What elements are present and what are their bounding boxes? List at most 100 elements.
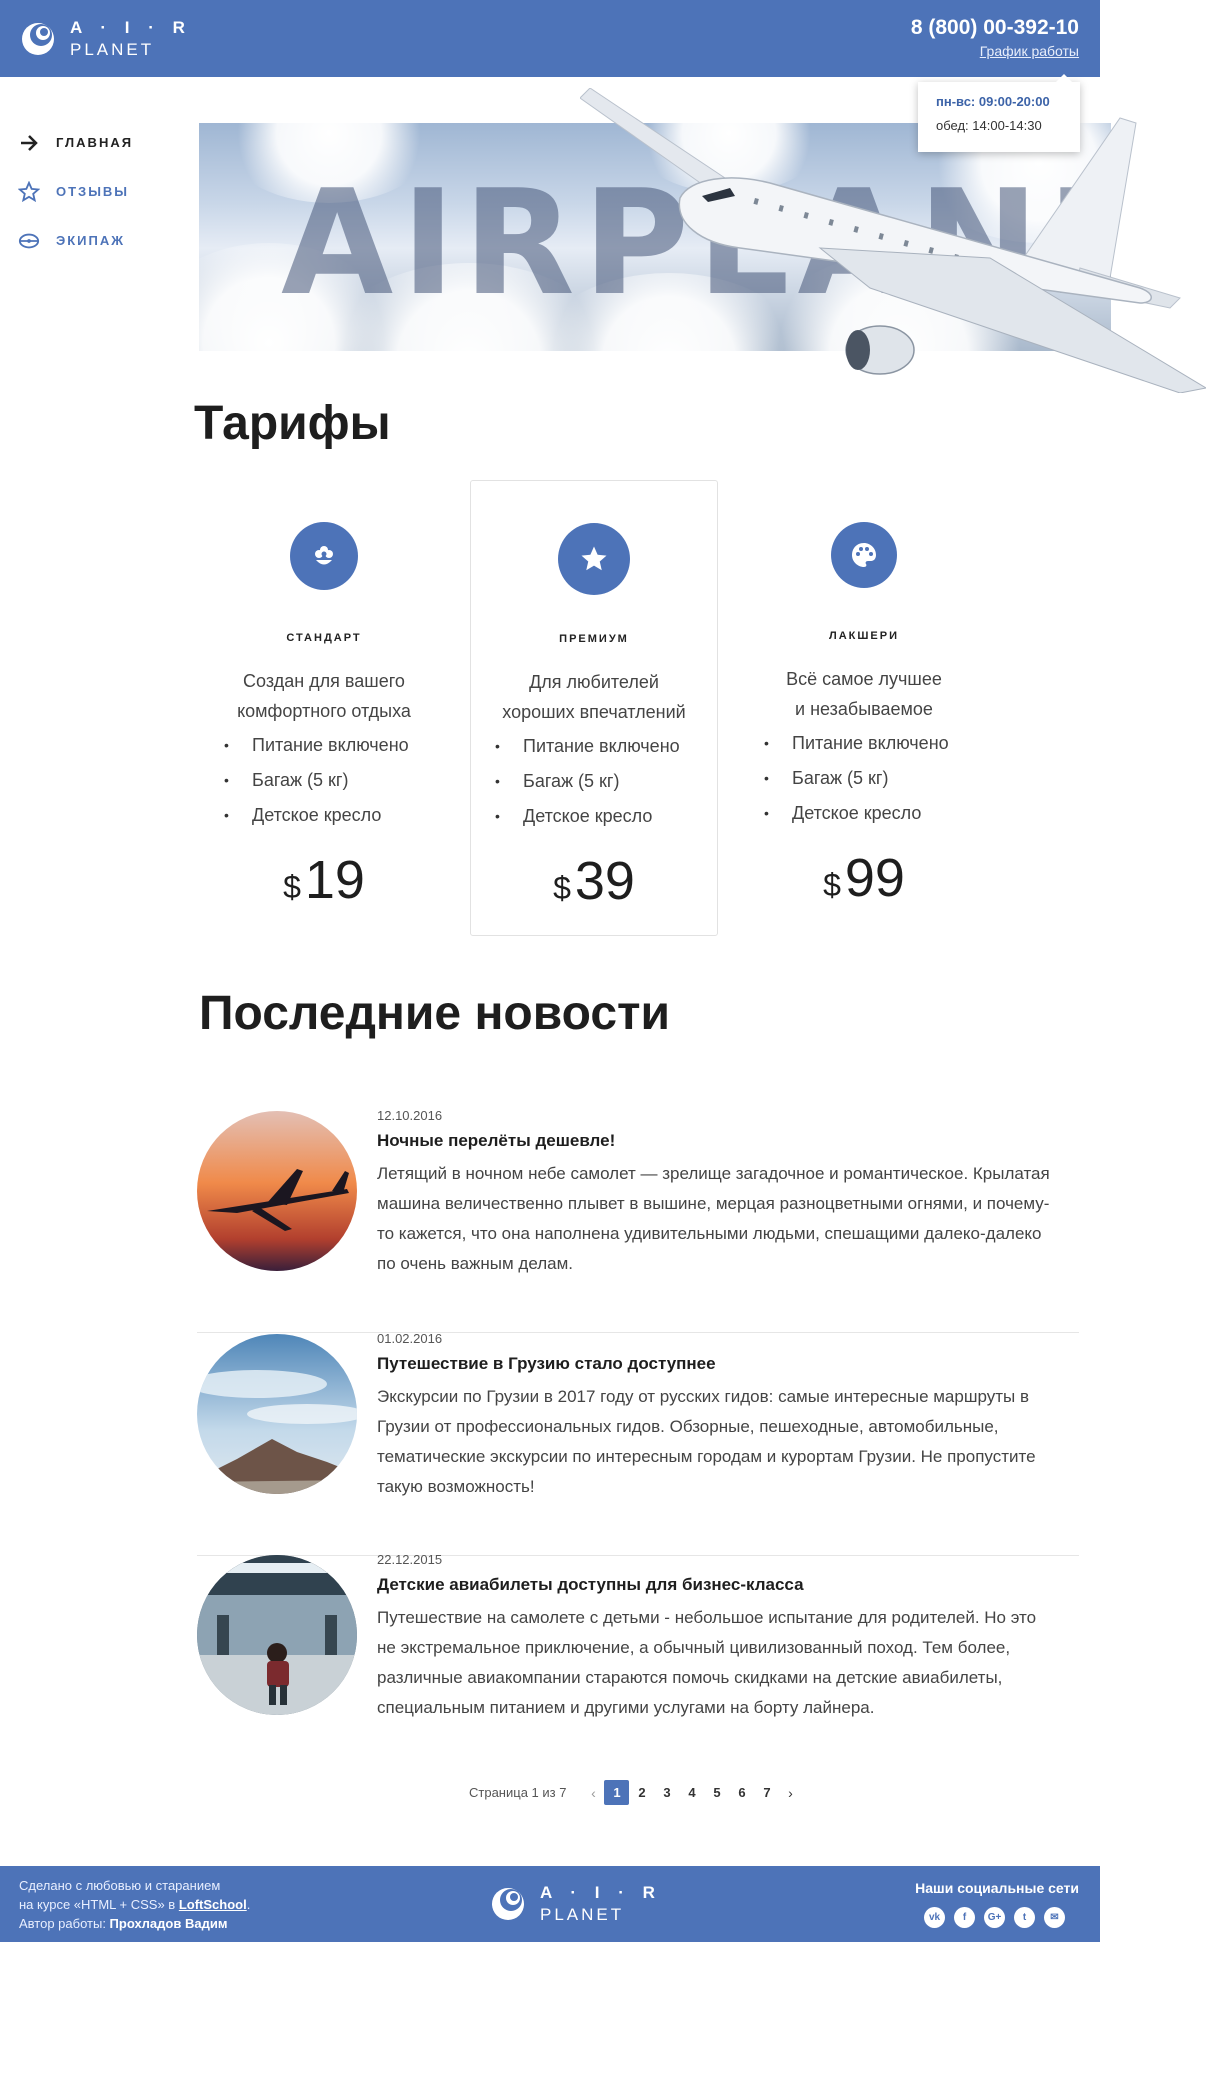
tooltip-lunch: обед: 14:00-14:30 bbox=[936, 118, 1042, 133]
news-thumb-mountain[interactable] bbox=[197, 1334, 357, 1494]
news-item[interactable]: 12.10.2016 Ночные перелёты дешевле! Летя… bbox=[197, 1108, 1079, 1333]
tariffs-title: Тарифы bbox=[194, 397, 391, 450]
chevron-left-icon[interactable]: ‹ bbox=[582, 1785, 604, 1801]
tariff-feature: Багаж (5 кг) bbox=[495, 764, 717, 799]
nav-item-label: ЭКИПАЖ bbox=[56, 233, 126, 248]
mail-icon[interactable]: ✉ bbox=[1044, 1907, 1065, 1928]
footer-logo[interactable]: A · I · R PLANET bbox=[490, 1884, 662, 1923]
planet-logo-icon bbox=[490, 1886, 526, 1922]
tariff-desc-line1: Для любителей bbox=[529, 672, 659, 692]
schedule-tooltip: пн-вс: 09:00-20:00 обед: 14:00-14:30 bbox=[918, 74, 1080, 152]
page-4[interactable]: 4 bbox=[679, 1780, 704, 1805]
price-currency: $ bbox=[823, 867, 841, 903]
twitter-icon[interactable]: t bbox=[1014, 1907, 1035, 1928]
news-item[interactable]: 22.12.2015 Детские авиабилеты доступны д… bbox=[197, 1552, 1079, 1777]
news-thumb-sunset-plane[interactable] bbox=[197, 1111, 357, 1271]
page-6[interactable]: 6 bbox=[729, 1780, 754, 1805]
pagination: Страница 1 из 7 ‹ 1 2 3 4 5 6 7 › bbox=[469, 1780, 801, 1805]
news-headline[interactable]: Ночные перелёты дешевле! bbox=[377, 1131, 1057, 1151]
phone-number[interactable]: 8 (800) 00-392-10 bbox=[911, 16, 1079, 40]
news-date: 01.02.2016 bbox=[377, 1331, 443, 1346]
loftschool-link[interactable]: LoftSchool bbox=[179, 1897, 247, 1912]
logo-bottom-text: PLANET bbox=[70, 40, 155, 59]
tariff-feature: Детское кресло bbox=[764, 796, 988, 831]
nav-item-main[interactable]: ГЛАВНАЯ bbox=[18, 118, 133, 167]
site-footer: Сделано с любовью и старанием на курсе «… bbox=[0, 1866, 1100, 1942]
tariff-feature: Питание включено bbox=[764, 726, 988, 761]
page-3[interactable]: 3 bbox=[654, 1780, 679, 1805]
tariff-desc-line2: хороших впечатлений bbox=[502, 702, 686, 722]
star-icon bbox=[18, 180, 40, 203]
news-date: 22.12.2015 bbox=[377, 1552, 443, 1567]
google-plus-icon[interactable]: G+ bbox=[984, 1907, 1005, 1928]
tariff-feature: Багаж (5 кг) bbox=[764, 761, 988, 796]
page-1[interactable]: 1 bbox=[604, 1780, 630, 1805]
airplane-image bbox=[580, 88, 1206, 393]
header-logo[interactable]: A · I · R PLANET bbox=[20, 19, 192, 58]
schedule-link[interactable]: График работы bbox=[980, 43, 1079, 59]
nav-item-label: ОТЗЫВЫ bbox=[56, 184, 130, 199]
news-thumb-airport-child[interactable] bbox=[197, 1555, 357, 1715]
arrow-right-icon bbox=[18, 132, 40, 154]
tariff-desc-line2: комфортного отдыха bbox=[237, 701, 411, 721]
nav-item-crew[interactable]: ЭКИПАЖ bbox=[18, 216, 133, 265]
price-value: 19 bbox=[304, 850, 365, 910]
page-2[interactable]: 2 bbox=[629, 1780, 654, 1805]
tariff-desc-line1: Всё самое лучшее bbox=[786, 669, 942, 689]
news-title: Последние новости bbox=[199, 987, 671, 1040]
logo-bottom-text: PLANET bbox=[540, 1905, 625, 1924]
logo-top-text: A · I · R bbox=[70, 18, 192, 37]
facebook-icon[interactable]: f bbox=[954, 1907, 975, 1928]
price-currency: $ bbox=[283, 869, 301, 905]
star-icon bbox=[558, 523, 630, 595]
tariff-price: $99 bbox=[740, 851, 988, 905]
nav-item-reviews[interactable]: ОТЗЫВЫ bbox=[18, 167, 133, 216]
news-headline[interactable]: Детские авиабилеты доступны для бизнес-к… bbox=[377, 1575, 1057, 1595]
credits-line3: Автор работы: bbox=[19, 1916, 110, 1931]
tariff-desc-line1: Создан для вашего bbox=[243, 671, 405, 691]
logo-top-text: A · I · R bbox=[540, 1883, 662, 1902]
tariff-card-standard[interactable]: СТАНДАРТ Создан для вашего комфортного о… bbox=[200, 480, 448, 936]
price-value: 39 bbox=[574, 851, 635, 911]
flower-icon bbox=[290, 522, 358, 590]
planet-logo-icon bbox=[20, 21, 56, 57]
price-currency: $ bbox=[553, 870, 571, 906]
side-nav: ГЛАВНАЯ ОТЗЫВЫ ЭКИПАЖ bbox=[18, 118, 133, 265]
credits-line2-suffix: . bbox=[246, 1897, 251, 1912]
social-links: vk f G+ t ✉ bbox=[924, 1907, 1065, 1928]
vk-icon[interactable]: vk bbox=[924, 1907, 945, 1928]
nav-item-label: ГЛАВНАЯ bbox=[56, 135, 134, 150]
cap-icon bbox=[18, 230, 40, 252]
tariff-desc-line2: и незабываемое bbox=[795, 699, 933, 719]
credits-line2: на курсе «HTML + CSS» в bbox=[19, 1897, 179, 1912]
tariff-price: $39 bbox=[471, 854, 717, 908]
tariff-name: СТАНДАРТ bbox=[286, 632, 362, 644]
credits-line1: Сделано с любовью и старанием bbox=[19, 1878, 221, 1893]
footer-credits: Сделано с любовью и старанием на курсе «… bbox=[19, 1876, 250, 1933]
tariff-name: ЛАКШЕРИ bbox=[828, 630, 899, 642]
author-name: Прохладов Вадим bbox=[109, 1916, 228, 1931]
tariff-card-luxury[interactable]: ЛАКШЕРИ Всё самое лучшее и незабываемое … bbox=[740, 480, 988, 936]
chevron-right-icon[interactable]: › bbox=[779, 1785, 801, 1801]
tariff-card-premium[interactable]: ПРЕМИУМ Для любителей хороших впечатлени… bbox=[470, 480, 718, 936]
news-text: Летящий в ночном небе самолет — зрелище … bbox=[377, 1164, 1050, 1273]
tariff-feature: Детское кресло bbox=[224, 798, 448, 833]
news-date: 12.10.2016 bbox=[377, 1108, 443, 1123]
tariff-features: Питание включено Багаж (5 кг) Детское кр… bbox=[740, 726, 988, 831]
page-7[interactable]: 7 bbox=[754, 1780, 779, 1805]
price-value: 99 bbox=[844, 848, 905, 908]
palette-icon bbox=[831, 522, 897, 588]
tariff-name: ПРЕМИУМ bbox=[559, 633, 629, 645]
news-headline[interactable]: Путешествие в Грузию стало доступнее bbox=[377, 1354, 1057, 1374]
pagination-info: Страница 1 из 7 bbox=[469, 1785, 567, 1800]
news-text: Экскурсии по Грузии в 2017 году от русск… bbox=[377, 1387, 1036, 1496]
news-text: Путешествие на самолете с детьми - небол… bbox=[377, 1608, 1037, 1717]
tariff-feature: Багаж (5 кг) bbox=[224, 763, 448, 798]
tariff-features: Питание включено Багаж (5 кг) Детское кр… bbox=[471, 729, 717, 834]
tariff-feature: Детское кресло bbox=[495, 799, 717, 834]
tooltip-hours: пн-вс: 09:00-20:00 bbox=[936, 94, 1050, 109]
tariff-features: Питание включено Багаж (5 кг) Детское кр… bbox=[200, 728, 448, 833]
news-item[interactable]: 01.02.2016 Путешествие в Грузию стало до… bbox=[197, 1331, 1079, 1556]
tariff-price: $19 bbox=[200, 853, 448, 907]
page-5[interactable]: 5 bbox=[704, 1780, 729, 1805]
